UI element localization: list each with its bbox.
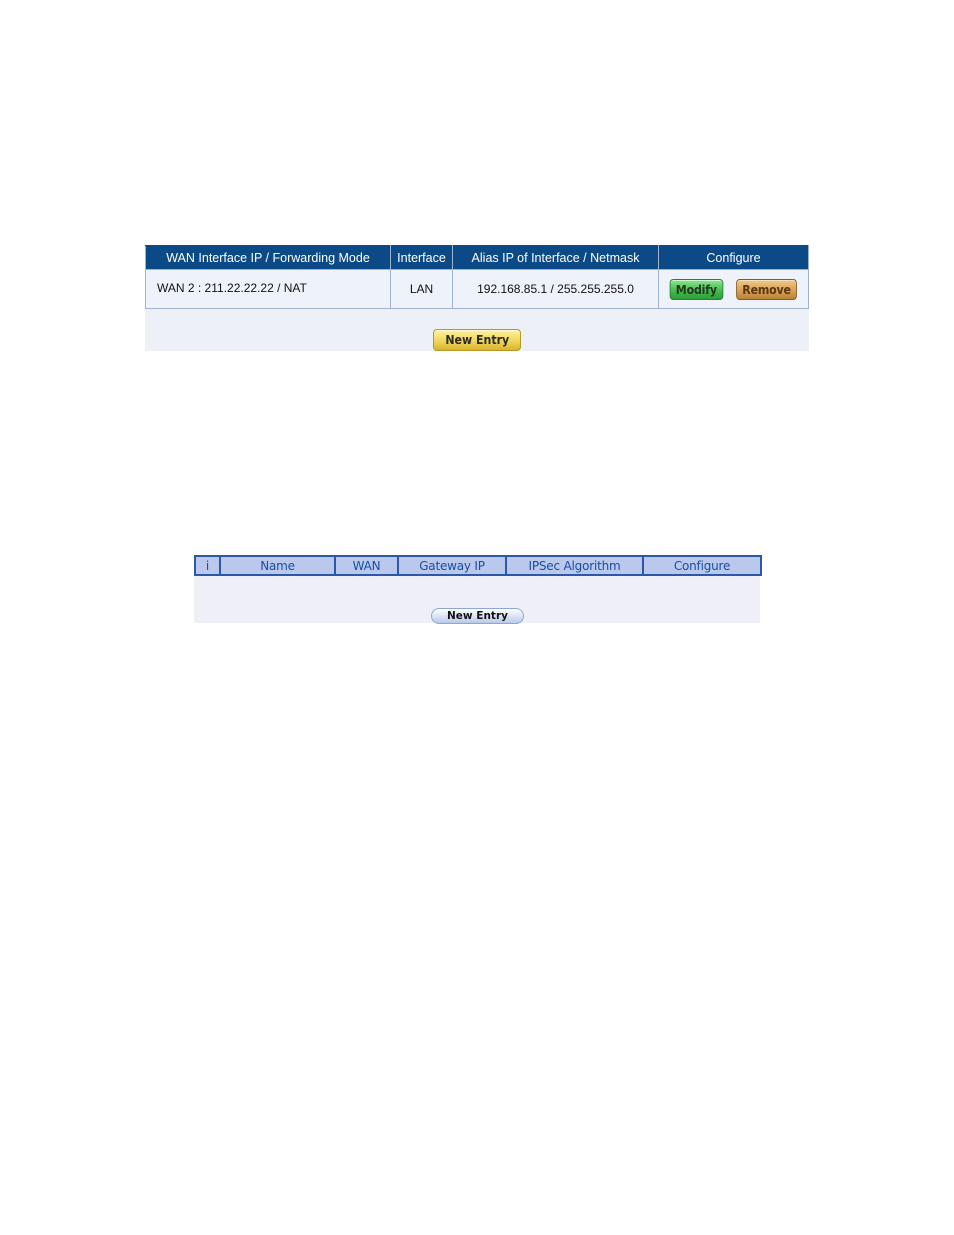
column-header-wan: WAN: [334, 555, 399, 576]
remove-button[interactable]: Remove: [736, 278, 797, 300]
new-entry-button[interactable]: New Entry: [431, 608, 524, 624]
vpn-table: i Name WAN Gateway IP IPSec Algorithm Co…: [194, 555, 762, 576]
column-header-configure: Configure: [658, 245, 809, 270]
column-header-wan-ip: WAN Interface IP / Forwarding Mode: [145, 245, 391, 270]
new-entry-label: New Entry: [445, 332, 509, 347]
cell-configure: Modify Remove: [658, 269, 809, 309]
subnet-table-panel: WAN Interface IP / Forwarding Mode Inter…: [145, 245, 809, 351]
cell-interface: LAN: [390, 269, 453, 309]
column-header-gateway-ip: Gateway IP: [397, 555, 507, 576]
new-entry-button[interactable]: New Entry: [433, 329, 521, 351]
column-header-name: Name: [219, 555, 336, 576]
vpn-table-header-row: i Name WAN Gateway IP IPSec Algorithm Co…: [194, 555, 762, 576]
vpn-table-panel: i Name WAN Gateway IP IPSec Algorithm Co…: [194, 555, 762, 624]
subnet-table: WAN Interface IP / Forwarding Mode Inter…: [145, 245, 809, 309]
column-header-index: i: [194, 555, 221, 576]
table-row: WAN 2 : 211.22.22.22 / NAT LAN 192.168.8…: [145, 269, 809, 309]
column-header-ipsec-algorithm: IPSec Algorithm: [505, 555, 644, 576]
subnet-table-header-row: WAN Interface IP / Forwarding Mode Inter…: [145, 245, 809, 270]
cell-wan-ip: WAN 2 : 211.22.22.22 / NAT: [145, 269, 391, 309]
column-header-configure: Configure: [642, 555, 762, 576]
cell-alias-ip: 192.168.85.1 / 255.255.255.0: [452, 269, 659, 309]
column-header-alias-ip: Alias IP of Interface / Netmask: [452, 245, 659, 270]
modify-button[interactable]: Modify: [669, 278, 723, 300]
column-header-interface: Interface: [390, 245, 453, 270]
